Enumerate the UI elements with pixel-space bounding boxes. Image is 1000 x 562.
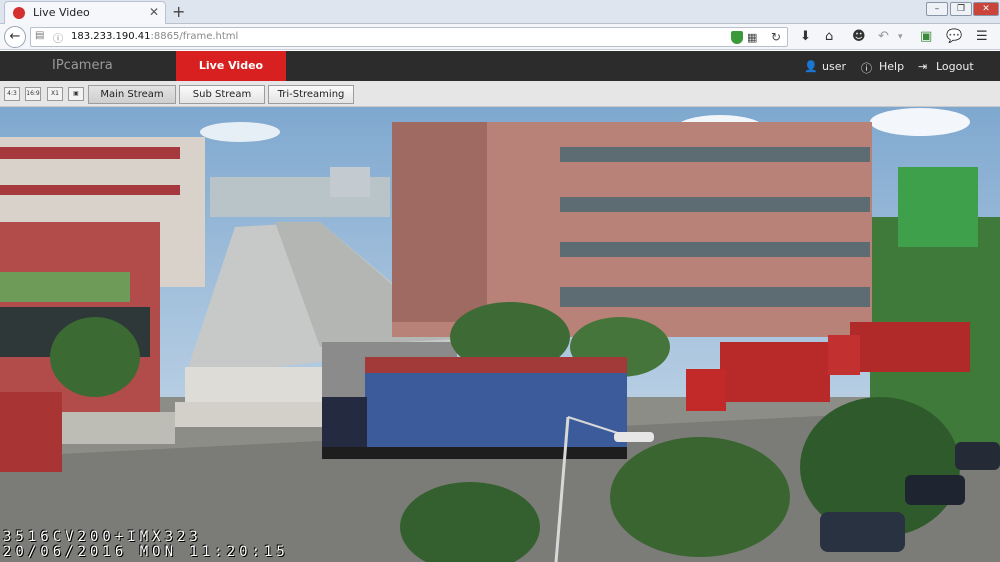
- logout-link[interactable]: Logout: [936, 60, 974, 73]
- osd-camera-model: 3516CV200+IMX323: [3, 529, 202, 545]
- help-icon[interactable]: ⓘ: [861, 60, 872, 76]
- qr-code-icon[interactable]: ▦: [747, 31, 757, 44]
- download-icon[interactable]: ⬇: [800, 29, 811, 44]
- reload-icon[interactable]: ↻: [771, 30, 781, 44]
- address-bar[interactable]: ▤ ⓘ 183.233.190.41:8865/frame.html ▦ ↻: [30, 27, 788, 47]
- logout-icon[interactable]: ⇥: [918, 60, 927, 73]
- menu-icon[interactable]: ☰: [976, 29, 988, 44]
- live-video-feed[interactable]: 3516CV200+IMX323 20/06/2016 MON 11:20:15: [0, 107, 1000, 562]
- undo-icon[interactable]: ↶: [878, 29, 889, 44]
- main-stream-button[interactable]: Main Stream: [88, 85, 176, 104]
- minimize-icon[interactable]: –: [926, 2, 948, 16]
- browser-tab[interactable]: Live Video ✕: [4, 1, 166, 24]
- user-icon: 👤: [804, 60, 818, 73]
- help-link[interactable]: Help: [879, 60, 904, 73]
- chat-icon[interactable]: ☻: [852, 29, 866, 44]
- back-arrow-icon[interactable]: ←: [4, 26, 26, 48]
- browser-tabbar: Live Video ✕ + – ❐ ✕: [0, 0, 1000, 24]
- app-header: IPcamera Live Video 👤 user ⓘ Help ⇥ Logo…: [0, 51, 1000, 81]
- maximize-icon[interactable]: ❐: [950, 2, 972, 16]
- extension-icon[interactable]: ▣: [920, 29, 932, 44]
- brand-logo: IPcamera: [52, 58, 113, 73]
- shield-icon[interactable]: [731, 31, 743, 44]
- info-icon[interactable]: ⓘ: [53, 30, 63, 45]
- favicon-icon: [13, 7, 25, 19]
- tab-title: Live Video: [33, 6, 90, 19]
- ratio-16-9-button[interactable]: 16:9: [25, 87, 41, 101]
- undo-dropdown-icon[interactable]: ▾: [898, 32, 903, 42]
- home-icon[interactable]: ⌂: [825, 29, 833, 44]
- video-toolbar: 4:3 16:9 X1 ▣ Main Stream Sub Stream Tri…: [0, 81, 1000, 107]
- window-close-icon[interactable]: ✕: [973, 2, 999, 16]
- page-icon: ▤: [35, 30, 45, 41]
- url-text: 183.233.190.41:8865/frame.html: [71, 31, 239, 42]
- fullscreen-icon[interactable]: ▣: [68, 87, 84, 101]
- message-icon[interactable]: 💬: [946, 29, 962, 44]
- browser-navbar: ← ▤ ⓘ 183.233.190.41:8865/frame.html ▦ ↻…: [0, 24, 1000, 50]
- sub-stream-button[interactable]: Sub Stream: [179, 85, 265, 104]
- tab-close-icon[interactable]: ✕: [149, 5, 159, 19]
- osd-timestamp: 20/06/2016 MON 11:20:15: [3, 544, 289, 560]
- user-label[interactable]: user: [822, 60, 846, 73]
- tab-live-video[interactable]: Live Video: [176, 51, 286, 81]
- ratio-4-3-button[interactable]: 4:3: [4, 87, 20, 101]
- ratio-x1-button[interactable]: X1: [47, 87, 63, 101]
- video-frame: [0, 107, 1000, 562]
- tri-streaming-button[interactable]: Tri-Streaming: [268, 85, 354, 104]
- new-tab-icon[interactable]: +: [172, 2, 185, 21]
